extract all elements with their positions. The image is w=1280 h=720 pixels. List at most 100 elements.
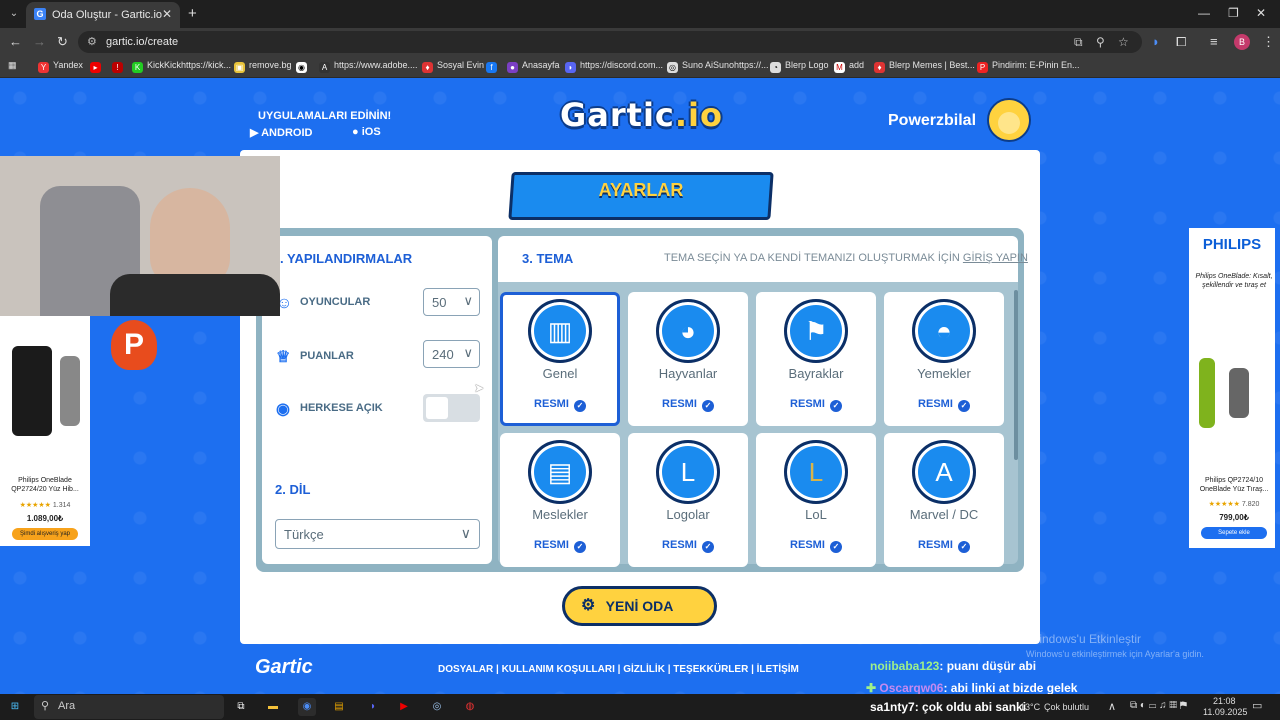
- bookmark-kick[interactable]: K KickKickhttps://kick...: [132, 60, 231, 73]
- verified-icon: ✓: [701, 541, 714, 553]
- bookmark-facebook[interactable]: f: [486, 60, 501, 73]
- apps-grid-icon[interactable]: ▦: [8, 60, 17, 71]
- discord-icon[interactable]: ◗: [364, 698, 382, 716]
- add-to-cart-button[interactable]: Sepete ekle: [1201, 527, 1267, 539]
- new-tab-icon[interactable]: +: [188, 5, 197, 22]
- browser-tab[interactable]: G Oda Oluştur - Gartic.io ✕: [26, 2, 180, 28]
- chat-message: noiibaba123: puanı düşür abi: [870, 659, 1037, 673]
- bookmark-removebg[interactable]: ▣ remove.bg: [234, 60, 292, 73]
- youtube-icon[interactable]: ▶: [395, 698, 413, 716]
- tab-close-icon[interactable]: ✕: [162, 7, 172, 21]
- browser-tab-bar: ⌄ G Oda Oluştur - Gartic.io ✕ + — ❐ ✕: [0, 0, 1280, 28]
- username: Powerzbilal: [888, 112, 977, 129]
- theme-card-yemekler[interactable]: ◓ Yemekler RESMI ✓: [884, 292, 1004, 426]
- theme-card-meslekler[interactable]: ▤ Meslekler RESMI ✓: [500, 433, 620, 567]
- menu-icon[interactable]: ⋮: [1262, 34, 1275, 50]
- public-toggle[interactable]: [423, 394, 480, 422]
- task-view-icon[interactable]: ⧉: [232, 698, 250, 716]
- weather-text[interactable]: Çok bulutlu: [1044, 702, 1089, 712]
- login-link[interactable]: GİRİŞ YAPIN: [963, 252, 1028, 264]
- bookmarks-bar: ▦ Y Yandex ▸ ! K KickKickhttps://kick... ▣…: [0, 56, 1280, 78]
- install-app-icon[interactable]: ⧉: [1074, 35, 1083, 50]
- clock-time[interactable]: 21:08: [1213, 696, 1236, 706]
- obs-icon[interactable]: ◍: [461, 698, 479, 716]
- tray-chevron-icon[interactable]: ∧: [1108, 700, 1116, 713]
- media-control-icon[interactable]: ≡: [1210, 34, 1218, 49]
- chrome-icon[interactable]: ◉: [298, 698, 316, 716]
- back-icon[interactable]: ←: [9, 34, 22, 49]
- players-select[interactable]: 50 ∨: [423, 288, 480, 316]
- gartic-logo[interactable]: Gartic.io: [560, 96, 723, 134]
- logo-icon: L: [656, 440, 720, 504]
- theme-card-logolar[interactable]: L Logolar RESMI ✓: [628, 433, 748, 567]
- profile-avatar[interactable]: B: [1234, 34, 1250, 50]
- left-ad[interactable]: Philips OneBlade QP2724/20 Yüz Hib... ★★…: [0, 316, 90, 546]
- footer-link-gizlilik[interactable]: GİZLİLİK: [623, 664, 665, 675]
- language-select[interactable]: Türkçe ∨: [275, 519, 480, 549]
- theme-card-lol[interactable]: L LoL RESMI ✓: [756, 433, 876, 567]
- file-explorer-icon[interactable]: ▬: [264, 698, 282, 716]
- ios-link[interactable]: ● iOS: [352, 126, 381, 138]
- clock-date[interactable]: 11.09.2025: [1203, 707, 1247, 717]
- verified-icon: ✓: [573, 400, 586, 412]
- theme-card-marvel-dc[interactable]: A Marvel / DC RESMI ✓: [884, 433, 1004, 567]
- theme-card-bayraklar[interactable]: ⚑ Bayraklar RESMI ✓: [756, 292, 876, 426]
- restore-icon[interactable]: ❐: [1228, 6, 1239, 20]
- footer-link-kullanim[interactable]: KULLANIM KOŞULLARI: [502, 664, 615, 675]
- captain-america-icon: A: [912, 440, 976, 504]
- play-store-icon: ▶: [250, 127, 262, 139]
- footer-link-iletisim[interactable]: İLETİŞİM: [757, 664, 799, 675]
- user-avatar[interactable]: [987, 98, 1031, 142]
- bookmark-red[interactable]: !: [112, 60, 127, 73]
- rating-stars: ★★★★★ 7.820: [1208, 501, 1260, 508]
- windows-start-icon[interactable]: ⊞: [6, 698, 24, 716]
- extensions-puzzle-icon[interactable]: ⧠: [1176, 34, 1186, 50]
- bookmark-github[interactable]: ◉: [296, 60, 311, 73]
- footer-link-tesekkurler[interactable]: TEŞEKKÜRLER: [673, 664, 748, 675]
- bookmark-pindirim[interactable]: P Pindirim: E-Pinin En...: [977, 60, 1080, 73]
- footer-logo[interactable]: Gartic: [255, 656, 313, 679]
- app-icon[interactable]: ▤: [330, 698, 348, 716]
- taskbar-search[interactable]: ⚲ Ara: [34, 695, 224, 719]
- forward-icon[interactable]: →: [33, 34, 46, 49]
- bookmark-sosyal-evin[interactable]: ♦ Sosyal Evin: [422, 60, 484, 73]
- minimize-icon[interactable]: —: [1198, 6, 1210, 20]
- language-title: 2. DİL: [275, 482, 311, 497]
- shop-now-button[interactable]: Şimdi alışveriş yap: [12, 528, 78, 540]
- reload-icon[interactable]: ↻: [57, 34, 68, 50]
- briefcase-icon: ▤: [528, 440, 592, 504]
- extension-icon[interactable]: ◗: [1152, 34, 1160, 49]
- verified-icon: ✓: [573, 541, 586, 553]
- tab-search-icon[interactable]: ⌄: [6, 6, 22, 22]
- site-info-icon[interactable]: ⚙: [87, 35, 97, 48]
- bookmark-youtube[interactable]: ▸: [90, 60, 105, 73]
- address-bar[interactable]: ⚙ gartic.io/create ⧉ ⚲ ☆: [78, 31, 1142, 53]
- theme-card-hayvanlar[interactable]: ◕ Hayvanlar RESMI ✓: [628, 292, 748, 426]
- bookmark-blerp-memes[interactable]: ♦ Blerp Memes | Best...: [874, 60, 975, 73]
- points-select[interactable]: 240 ∨: [423, 340, 480, 368]
- notification-icon[interactable]: ▭: [1252, 699, 1262, 712]
- bookmark-blerp-logo[interactable]: ◔ Blerp Logo: [770, 60, 829, 73]
- activate-windows-sub: Windows'u etkinleştirmek için Ayarlar'a …: [1026, 649, 1204, 659]
- footer-link-dosyalar[interactable]: DOSYALAR: [438, 664, 493, 675]
- bookmark-suno[interactable]: ◎ Suno AiSunohttps://...: [667, 60, 769, 73]
- url-text[interactable]: gartic.io/create: [106, 36, 178, 48]
- bookmark-anasayfa[interactable]: ● Anasayfa: [507, 60, 560, 73]
- new-room-button[interactable]: ⚙ YENİ ODA: [562, 586, 717, 626]
- bookmark-star-icon[interactable]: ☆: [1118, 35, 1129, 49]
- bookmark-add[interactable]: Madd: [834, 60, 864, 73]
- gartic-favicon-icon: G: [34, 8, 46, 20]
- android-link[interactable]: ▶ ANDROID: [250, 126, 312, 139]
- theme-card-genel[interactable]: ▥ Genel RESMI ✓: [500, 292, 620, 426]
- tray-icons[interactable]: ⧉ ◐ ▭ ♫ ▦ ⚑: [1130, 700, 1187, 711]
- theme-scrollbar[interactable]: [1014, 290, 1018, 460]
- zoom-icon[interactable]: ⚲: [1096, 35, 1105, 49]
- close-window-icon[interactable]: ✕: [1256, 6, 1266, 20]
- right-ad[interactable]: PHILIPS Philips OneBlade: Kısalt, şekill…: [1189, 228, 1275, 548]
- bookmark-yandex[interactable]: Y Yandex: [38, 60, 83, 73]
- bookmark-adobe[interactable]: Ahttps://www.adobe....: [319, 60, 418, 73]
- verified-icon: ✓: [829, 400, 842, 412]
- steam-icon[interactable]: ◎: [428, 698, 446, 716]
- bookmark-discord[interactable]: ◗ https://discord.com...: [565, 60, 663, 73]
- weather-temp: 13°C: [1020, 702, 1041, 712]
